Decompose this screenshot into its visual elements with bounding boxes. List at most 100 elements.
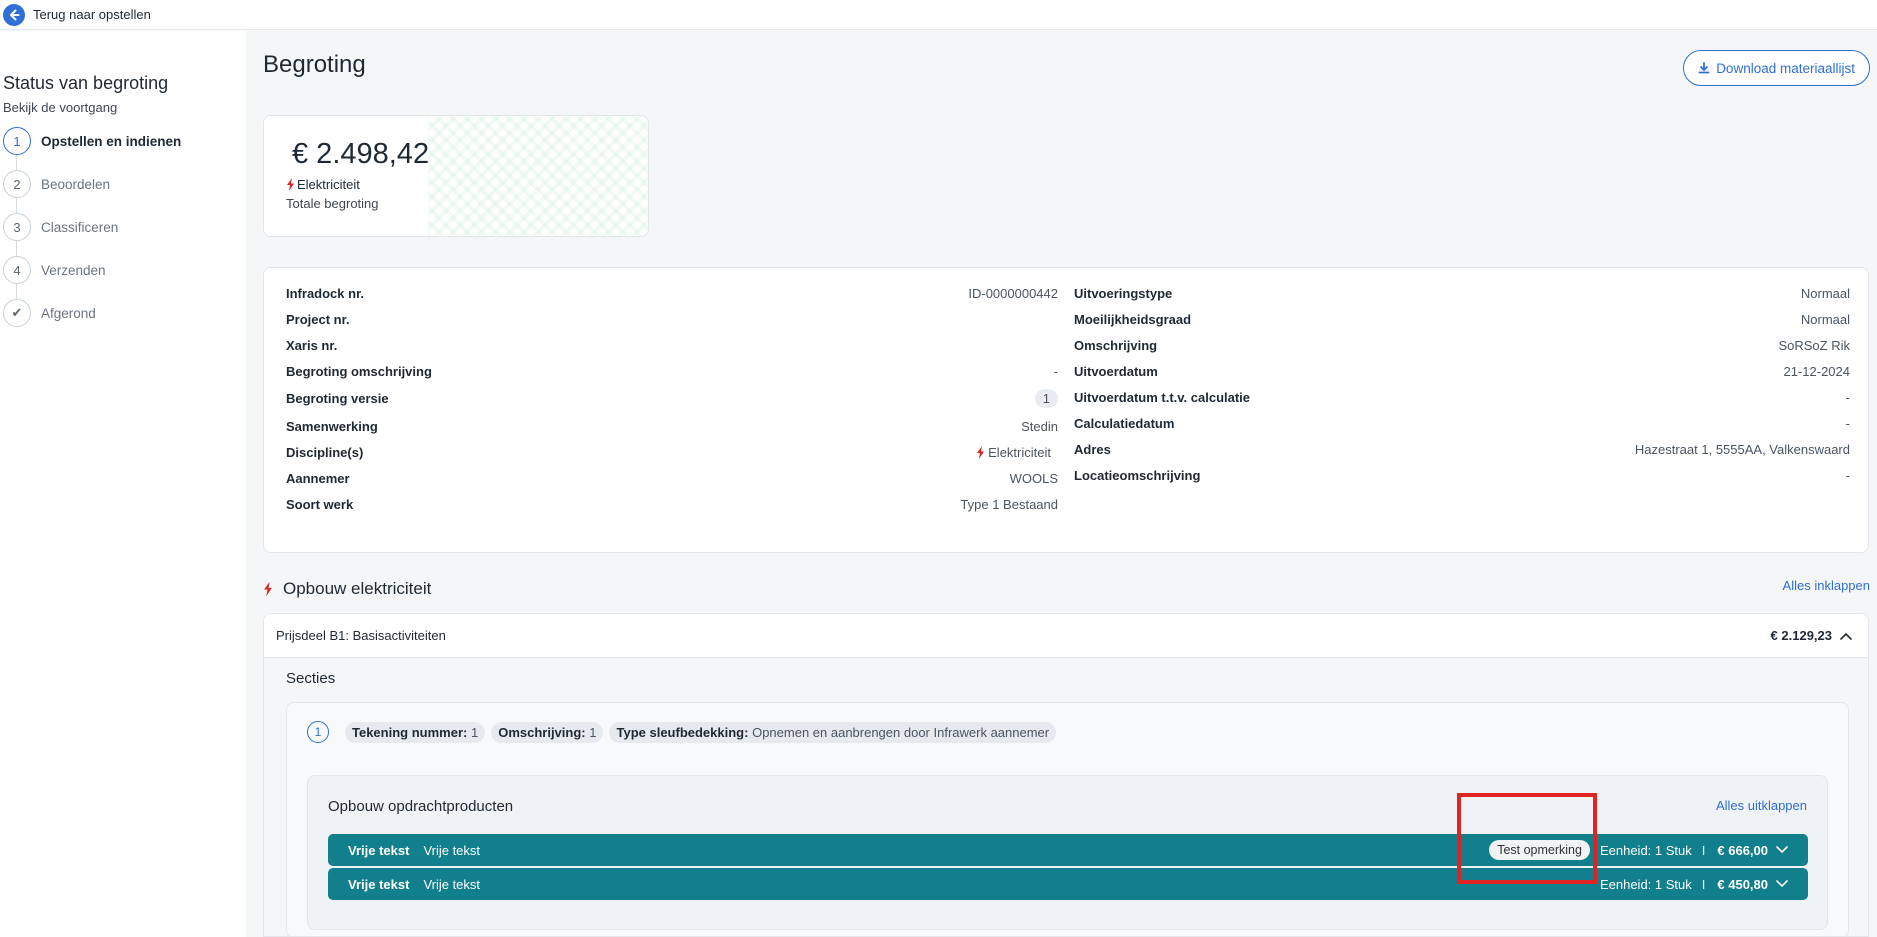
sidebar-title: Status van begroting — [3, 73, 169, 93]
prijsdeel-title: Prijsdeel B1: Basisactiviteiten — [276, 628, 446, 643]
sidebar: Status van begroting Bekijk de voortgang… — [0, 31, 246, 937]
step-label: Afgerond — [41, 305, 96, 321]
step-number: 2 — [3, 170, 31, 198]
section-title: Opbouw elektriciteit — [283, 579, 432, 598]
info-value: WOOLS — [1009, 470, 1058, 486]
info-row: Xaris nr. — [286, 335, 1058, 355]
total-discipline: Elektriciteit — [286, 177, 360, 192]
info-value: Normaal — [1800, 285, 1850, 301]
tag-sleufbedekking: Type sleufbedekking: Opnemen en aanbreng… — [609, 721, 1057, 743]
product-price: € 666,00 — [1717, 842, 1768, 858]
sectie-card: 1 Tekening nummer: 1 Omschrijving: 1 Typ… — [286, 702, 1849, 936]
step-label: Verzenden — [41, 262, 106, 278]
tag-tekening: Tekening nummer: 1 — [345, 721, 486, 743]
info-value: - — [1845, 467, 1850, 483]
annotation-highlight-box — [1457, 793, 1597, 884]
section-header: Opbouw elektriciteit — [263, 579, 431, 599]
info-key: Begroting omschrijving — [286, 363, 432, 379]
info-row: Soort werk Type 1 Bestaand — [286, 494, 1058, 514]
info-card: Infradock nr. ID-0000000442 Project nr. … — [263, 267, 1869, 553]
info-value: - — [1845, 389, 1850, 405]
info-key: Infradock nr. — [286, 285, 365, 301]
info-row: Samenwerking Stedin — [286, 416, 1058, 436]
total-label: Totale begroting — [286, 196, 379, 211]
info-value: 21-12-2024 — [1783, 363, 1851, 379]
info-value: Normaal — [1800, 311, 1850, 327]
product-name: Vrije tekst — [348, 876, 410, 892]
tag-value: 1 — [589, 724, 597, 740]
secties-label: Secties — [286, 670, 336, 687]
info-key: Uitvoerdatum t.t.v. calculatie — [1074, 389, 1251, 405]
info-key: Xaris nr. — [286, 337, 338, 353]
info-row: Begroting omschrijving - — [286, 361, 1058, 381]
product-description: Vrije tekst — [423, 842, 481, 858]
download-label: Download materiaallijst — [1716, 60, 1855, 76]
info-row: Adres Hazestraat 1, 5555AA, Valkenswaard — [1074, 439, 1850, 459]
info-value: ID-0000000442 — [968, 285, 1058, 301]
info-row: Calculatiedatum - — [1074, 413, 1850, 433]
info-value: Type 1 Bestaand — [960, 496, 1058, 512]
step-label: Classificeren — [41, 219, 119, 235]
version-badge: 1 — [1034, 388, 1058, 408]
lightning-icon — [977, 445, 985, 459]
collapse-all-link[interactable]: Alles inklappen — [1783, 578, 1870, 593]
product-unit: Eenheid: 1 Stuk — [1599, 842, 1692, 858]
info-key: Adres — [1074, 441, 1111, 457]
info-row: Uitvoerdatum 21-12-2024 — [1074, 361, 1850, 381]
step-number: 3 — [3, 213, 31, 241]
discipline-label: Elektriciteit — [297, 177, 360, 192]
tag-label: Omschrijving: — [498, 724, 586, 740]
step-opstellen: 1 Opstellen en indienen — [3, 127, 181, 155]
prijsdeel-card: Prijsdeel B1: Basisactiviteiten € 2.129,… — [263, 613, 1869, 937]
product-name: Vrije tekst — [348, 842, 410, 858]
info-key: Uitvoerdatum — [1074, 363, 1158, 379]
info-value: SoRSoZ Rik — [1778, 337, 1850, 353]
product-description: Vrije tekst — [423, 876, 481, 892]
back-arrow-icon[interactable] — [3, 3, 25, 26]
separator: I — [1701, 842, 1706, 858]
info-key: Locatieomschrijving — [1074, 467, 1201, 483]
tag-label: Type sleufbedekking: — [616, 724, 749, 740]
step-number: 4 — [3, 256, 31, 284]
info-key: Begroting versie — [286, 390, 389, 406]
chevron-up-icon[interactable] — [1840, 632, 1852, 640]
info-row: Infradock nr. ID-0000000442 — [286, 283, 1058, 303]
sidebar-subtitle: Bekijk de voortgang — [3, 100, 118, 115]
info-row: Project nr. — [286, 309, 1058, 329]
info-value: - — [1845, 415, 1850, 431]
back-link[interactable]: Terug naar opstellen — [33, 7, 151, 22]
tag-label: Tekening nummer: — [352, 724, 468, 740]
info-row: Uitvoerdatum t.t.v. calculatie - — [1074, 387, 1850, 407]
products-title: Opbouw opdrachtproducten — [328, 798, 514, 815]
chevron-down-icon[interactable] — [1776, 846, 1788, 854]
info-value: Hazestraat 1, 5555AA, Valkenswaard — [1634, 441, 1850, 457]
chevron-down-icon[interactable] — [1776, 880, 1788, 888]
info-row: Locatieomschrijving - — [1074, 465, 1850, 485]
products-box: Opbouw opdrachtproducten Alles uitklappe… — [307, 775, 1828, 930]
sectie-tags: 1 Tekening nummer: 1 Omschrijving: 1 Typ… — [307, 721, 1057, 743]
step-verzenden: 4 Verzenden — [3, 256, 106, 284]
lightning-icon — [264, 581, 272, 597]
expand-all-link[interactable]: Alles uitklappen — [1716, 798, 1807, 813]
info-key: Uitvoeringstype — [1074, 285, 1173, 301]
info-key: Discipline(s) — [286, 444, 364, 460]
total-budget-card: € 2.498,42 Elektriciteit Totale begrotin… — [263, 115, 649, 237]
step-label: Opstellen en indienen — [41, 133, 182, 149]
info-key: Omschrijving — [1074, 337, 1158, 353]
download-materiaallijst-button[interactable]: Download materiaallijst — [1683, 50, 1870, 86]
total-amount: € 2.498,42 — [292, 138, 430, 170]
prijsdeel-header[interactable]: Prijsdeel B1: Basisactiviteiten € 2.129,… — [264, 614, 1868, 658]
prijsdeel-total: € 2.129,23 — [1771, 628, 1852, 643]
tag-value: Opnemen en aanbrengen door Infrawerk aan… — [752, 724, 1050, 740]
info-key: Project nr. — [286, 311, 350, 327]
product-price: € 450,80 — [1717, 876, 1768, 892]
info-row: Moeilijkheidsgraad Normaal — [1074, 309, 1850, 329]
info-row: Uitvoeringstype Normaal — [1074, 283, 1850, 303]
step-beoordelen: 2 Beoordelen — [3, 170, 110, 198]
info-key: Soort werk — [286, 496, 354, 512]
download-icon — [1698, 62, 1710, 74]
info-row: Omschrijving SoRSoZ Rik — [1074, 335, 1850, 355]
lightning-icon — [287, 178, 294, 191]
product-unit: Eenheid: 1 Stuk — [1599, 876, 1692, 892]
checkmark-icon: ✔ — [3, 299, 31, 327]
